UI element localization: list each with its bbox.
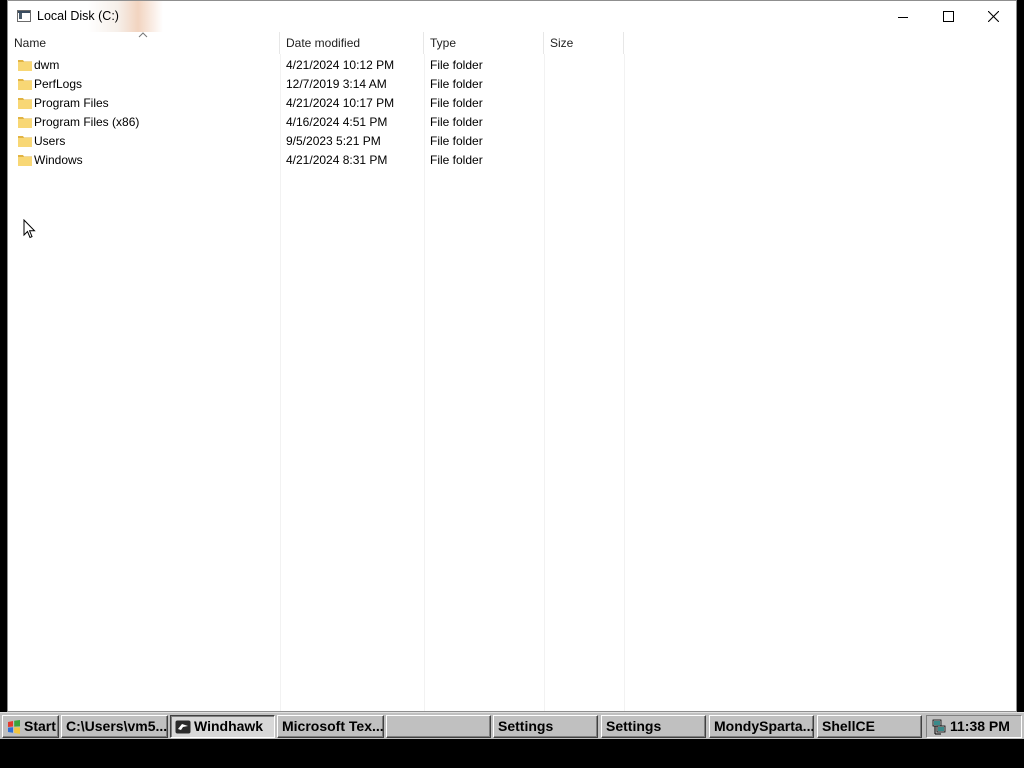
folder-icon [18, 79, 32, 90]
taskbar-item-label: Settings [606, 718, 662, 734]
file-row[interactable]: Windows 4/21/2024 8:31 PM File folder [8, 151, 628, 170]
taskbar-item-label: Microsoft Tex... [282, 718, 384, 734]
file-row[interactable]: PerfLogs 12/7/2019 3:14 AM File folder [8, 75, 628, 94]
start-label: Start [24, 718, 56, 734]
close-button[interactable] [970, 1, 1016, 32]
network-icon[interactable] [931, 719, 947, 735]
explorer-window: Local Disk (C:) Name Date modified Type … [7, 0, 1017, 712]
column-name[interactable]: Name [8, 32, 280, 54]
file-row[interactable]: dwm 4/21/2024 10:12 PM File folder [8, 56, 628, 75]
column-type[interactable]: Type [424, 32, 544, 54]
taskbar-item-settings-1[interactable]: Settings [493, 715, 598, 738]
file-name: Windows [34, 153, 83, 167]
taskbar-item-mondysparta[interactable]: MondySparta... [709, 715, 814, 738]
taskbar-item-microsoft-text[interactable]: Microsoft Tex... [277, 715, 384, 738]
taskbar-item-shellce[interactable]: ShellCE [817, 715, 922, 738]
screen-bottom-border [0, 740, 1024, 768]
file-row[interactable]: Users 9/5/2023 5:21 PM File folder [8, 132, 628, 151]
start-button[interactable]: Start [2, 715, 59, 738]
close-icon [987, 11, 999, 22]
taskbar-item-cmd[interactable]: C:\Users\vm5... [61, 715, 168, 738]
minimize-button[interactable] [880, 1, 926, 32]
taskbar-item-settings-2[interactable]: Settings [601, 715, 706, 738]
file-name: Users [34, 134, 66, 148]
drive-icon [17, 10, 31, 22]
file-name: dwm [34, 58, 60, 72]
sort-ascending-icon [138, 32, 148, 38]
column-type-label: Type [430, 36, 457, 50]
taskbar-item-blank[interactable] [386, 715, 491, 738]
folder-icon [18, 155, 32, 166]
column-size-label: Size [550, 36, 574, 50]
file-date: 4/21/2024 10:12 PM [286, 58, 395, 72]
file-row[interactable]: Program Files 4/21/2024 10:17 PM File fo… [8, 94, 628, 113]
file-type: File folder [430, 77, 483, 91]
taskbar: Start C:\Users\vm5... Windhawk Microsoft… [0, 712, 1024, 739]
file-date: 9/5/2023 5:21 PM [286, 134, 381, 148]
column-size[interactable]: Size [544, 32, 624, 54]
file-type: File folder [430, 134, 483, 148]
file-type: File folder [430, 115, 483, 129]
folder-icon [18, 117, 32, 128]
mouse-pointer-icon [23, 219, 36, 239]
file-type: File folder [430, 96, 483, 110]
file-type: File folder [430, 153, 483, 167]
folder-icon [18, 60, 32, 71]
column-header: Name Date modified Type Size [8, 32, 1016, 54]
windhawk-icon [175, 720, 191, 734]
file-name: Program Files (x86) [34, 115, 140, 129]
taskbar-item-label: Settings [498, 718, 554, 734]
folder-icon [18, 98, 32, 109]
file-date: 4/16/2024 4:51 PM [286, 115, 388, 129]
system-tray: 11:38 PM [926, 715, 1022, 738]
file-date: 4/21/2024 10:17 PM [286, 96, 395, 110]
maximize-button[interactable] [925, 1, 971, 32]
file-name: Program Files [34, 96, 109, 110]
taskbar-item-windhawk[interactable]: Windhawk [170, 715, 275, 738]
file-type: File folder [430, 58, 483, 72]
minimize-icon [898, 16, 908, 18]
file-date: 12/7/2019 3:14 AM [286, 77, 387, 91]
windows-logo-icon [8, 720, 20, 735]
taskbar-item-label: MondySparta... [714, 718, 814, 734]
taskbar-item-label: ShellCE [822, 718, 875, 734]
folder-icon [18, 136, 32, 147]
title-bar[interactable]: Local Disk (C:) [8, 1, 1016, 32]
taskbar-item-label: Windhawk [194, 718, 264, 734]
file-name: PerfLogs [34, 77, 83, 91]
file-row[interactable]: Program Files (x86) 4/16/2024 4:51 PM Fi… [8, 113, 628, 132]
clock[interactable]: 11:38 PM [950, 718, 1010, 734]
column-date-modified[interactable]: Date modified [280, 32, 424, 54]
column-name-label: Name [14, 36, 47, 50]
window-title: Local Disk (C:) [37, 9, 119, 23]
taskbar-item-label: C:\Users\vm5... [66, 718, 168, 734]
maximize-icon [942, 11, 954, 22]
file-date: 4/21/2024 8:31 PM [286, 153, 388, 167]
column-date-label: Date modified [286, 36, 361, 50]
